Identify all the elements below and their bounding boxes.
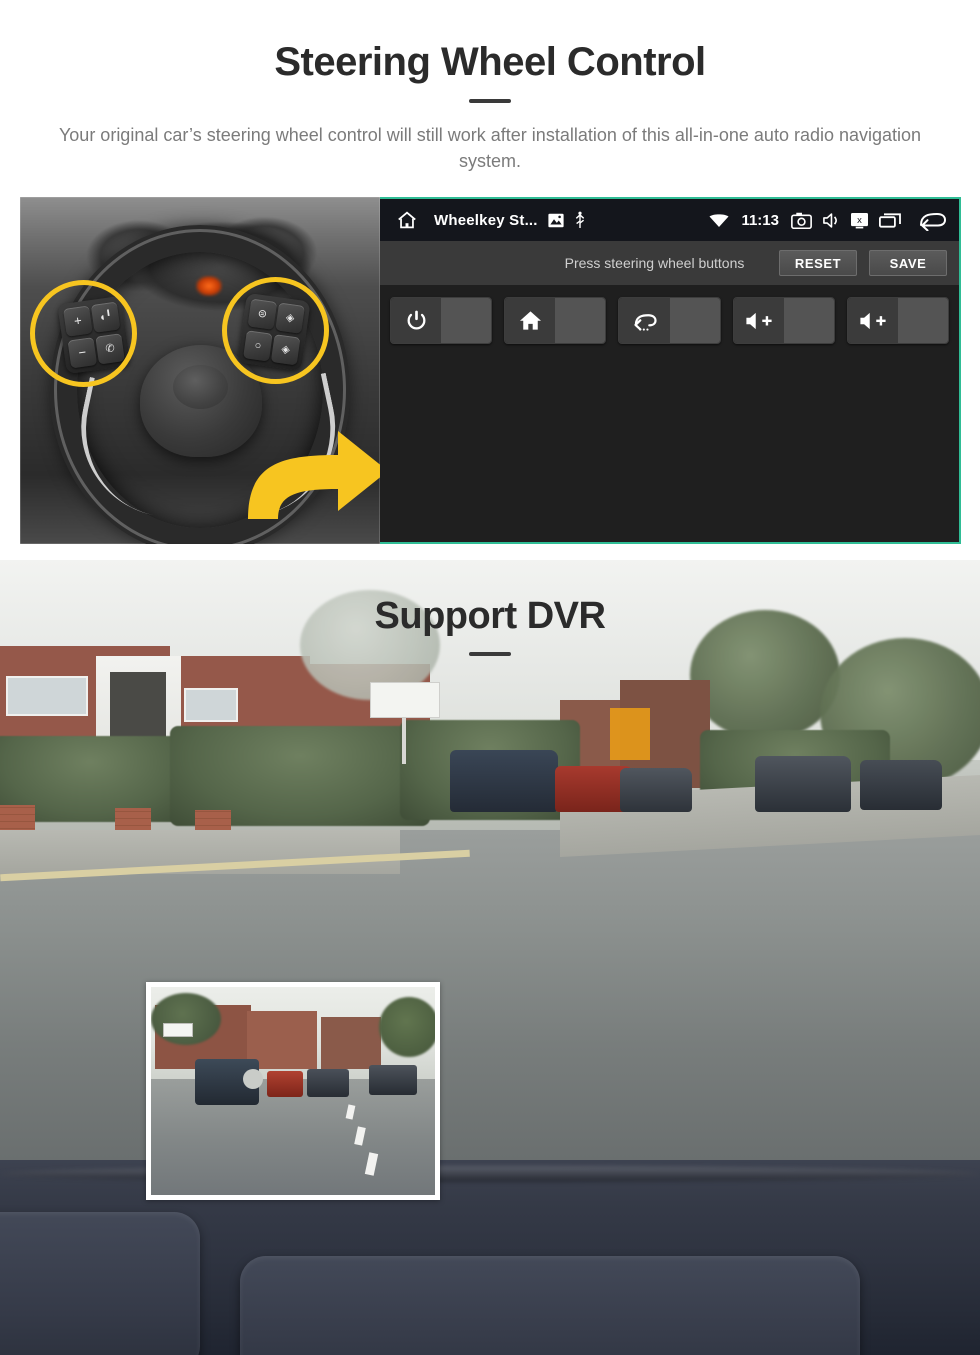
sign-post [402,718,406,764]
key-cell-value [555,298,606,343]
key-cell-back[interactable] [618,297,721,344]
image-icon [548,213,564,228]
yellow-arrow-icon [248,431,380,519]
key-cell-value [669,298,720,343]
shop-awning [610,708,650,760]
steering-wheel-control-section: Steering Wheel Control Your original car… [0,0,980,560]
usb-icon [574,211,586,229]
key-cell-volume-up-1[interactable] [732,297,835,344]
volume-up-icon [733,298,784,343]
for-sale-sign [370,682,440,718]
home-icon[interactable] [396,209,418,231]
key-cell-volume-up-2[interactable] [846,297,950,344]
key-cell-home[interactable] [504,297,607,344]
section-title-divider [469,652,511,656]
wifi-icon [709,213,729,228]
wheelkey-toolbar: Press steering wheel buttons RESET SAVE [380,241,959,285]
key-mapping-row [390,297,950,344]
wheelkey-body [380,285,959,542]
home-icon [505,298,556,343]
dashcam-preview-image [151,987,435,1195]
status-clock: 11:13 [741,211,779,229]
page-title: Steering Wheel Control [274,40,706,84]
screenshot-icon[interactable] [791,212,812,229]
volume-up-icon [847,298,898,343]
house-window [6,676,88,716]
head-unit-screen: Wheelkey St... 11:13 x Press steering wh… [380,197,961,544]
house-window [184,688,238,722]
dashboard-panel-left [0,1212,200,1355]
airbag-emblem [173,365,228,409]
reset-button[interactable]: RESET [779,250,857,276]
save-button[interactable]: SAVE [869,250,947,276]
parked-car-far [860,760,942,810]
dashboard-panel-center [240,1256,860,1355]
screen-off-icon[interactable]: x [850,212,869,229]
volume-icon[interactable] [822,212,840,229]
section-title: Support DVR [374,595,606,637]
back-icon [619,298,670,343]
steering-wheel-photo: + − ◖╹ ✆ ⊜ ○ ◈ ◈ [20,197,380,544]
product-detail-page: Steering Wheel Control Your original car… [0,0,980,1355]
key-cell-power[interactable] [390,297,493,344]
android-status-bar: Wheelkey St... 11:13 x [380,199,959,241]
title-divider [469,99,511,103]
section-subtitle: Your original car’s steering wheel contr… [58,125,922,171]
highlight-circle-left [30,280,137,387]
power-icon [391,298,442,343]
recents-icon[interactable] [879,212,901,228]
dashcam-preview-frame [146,982,440,1200]
highlight-circle-right [222,277,329,384]
key-cell-value [783,298,834,343]
parked-car-right [755,756,851,812]
key-cell-value [441,298,492,343]
svg-text:x: x [857,215,862,226]
parked-car-suv [450,750,558,812]
key-cell-value [897,298,948,343]
back-icon[interactable] [917,209,947,231]
toolbar-hint: Press steering wheel buttons [564,255,745,271]
app-title: Wheelkey St... [434,211,538,229]
support-dvr-section: Support DVR [0,560,980,1355]
parked-car-grey [620,768,692,812]
